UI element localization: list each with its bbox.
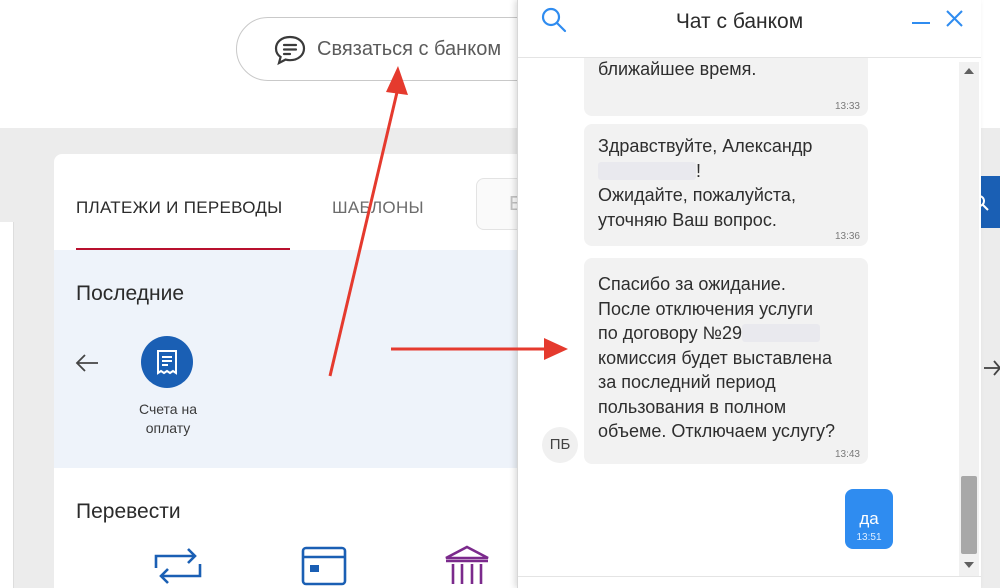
transfer-title: Перевести	[76, 500, 181, 523]
chat-message-user: да 13:51	[845, 489, 893, 549]
arrow-right-icon[interactable]	[984, 356, 1000, 380]
chat-header: Чат с банком	[518, 0, 981, 58]
chat-message-bank: специалист ответит Вам в ближайшее время…	[584, 58, 868, 116]
scroll-up-icon[interactable]	[964, 68, 974, 74]
message-text-continued: комиссия будет выставлена за последний п…	[598, 347, 835, 442]
message-text: да	[859, 509, 879, 528]
card-icon[interactable]	[300, 544, 348, 588]
message-time: 13:51	[856, 532, 882, 543]
avatar: ПБ	[542, 427, 578, 463]
tab-payments-transfers[interactable]: ПЛАТЕЖИ И ПЕРЕВОДЫ	[76, 198, 283, 218]
tab-templates[interactable]: ШАБЛОНЫ	[332, 198, 424, 218]
chat-title: Чат с банком	[675, 10, 804, 33]
redacted-text	[741, 324, 820, 342]
left-panel-edge	[0, 222, 14, 588]
payments-card: ПЛАТЕЖИ И ПЕРЕВОДЫ ШАБЛОНЫ Е Последние С…	[54, 154, 534, 588]
chat-input-area[interactable]	[518, 576, 981, 588]
message-text: Здравствуйте, Александр	[598, 136, 813, 156]
bank-building-icon[interactable]	[442, 544, 492, 588]
recent-section: Последние Счета на оплату	[54, 250, 534, 468]
chat-bubble-icon	[274, 35, 306, 66]
recent-item-invoices[interactable]	[141, 336, 193, 388]
close-icon[interactable]	[943, 8, 965, 30]
message-time: 13:43	[834, 449, 860, 460]
recent-title: Последние	[76, 282, 185, 305]
recent-item-label: Счета на оплату	[138, 401, 198, 436]
message-text: специалист ответит Вам в ближайшее время…	[598, 58, 757, 79]
message-time: 13:36	[834, 231, 860, 242]
redacted-text	[598, 161, 696, 180]
chat-panel: Чат с банком специалист ответит Вам в бл…	[517, 0, 981, 588]
scrollbar-thumb[interactable]	[961, 476, 977, 554]
contact-bank-button[interactable]: Связаться с банком	[236, 17, 556, 81]
chat-message-bank: Здравствуйте, Александр ! Ожидайте, пожа…	[584, 124, 868, 246]
contact-bank-label: Связаться с банком	[317, 38, 502, 60]
chat-message-bank: Спасибо за ожидание. После отключения ус…	[584, 258, 868, 464]
message-text-continued: Ожидайте, пожалуйста, уточняю Ваш вопрос…	[598, 185, 796, 230]
scrollbar[interactable]	[959, 62, 979, 576]
message-time: 13:33	[834, 101, 860, 112]
swap-arrows-icon[interactable]	[150, 544, 206, 588]
minimize-icon[interactable]	[910, 8, 932, 30]
chat-messages: специалист ответит Вам в ближайшее время…	[518, 58, 981, 576]
scroll-down-icon[interactable]	[964, 562, 974, 568]
arrow-left-icon[interactable]	[74, 352, 100, 374]
invoice-icon	[157, 350, 177, 375]
